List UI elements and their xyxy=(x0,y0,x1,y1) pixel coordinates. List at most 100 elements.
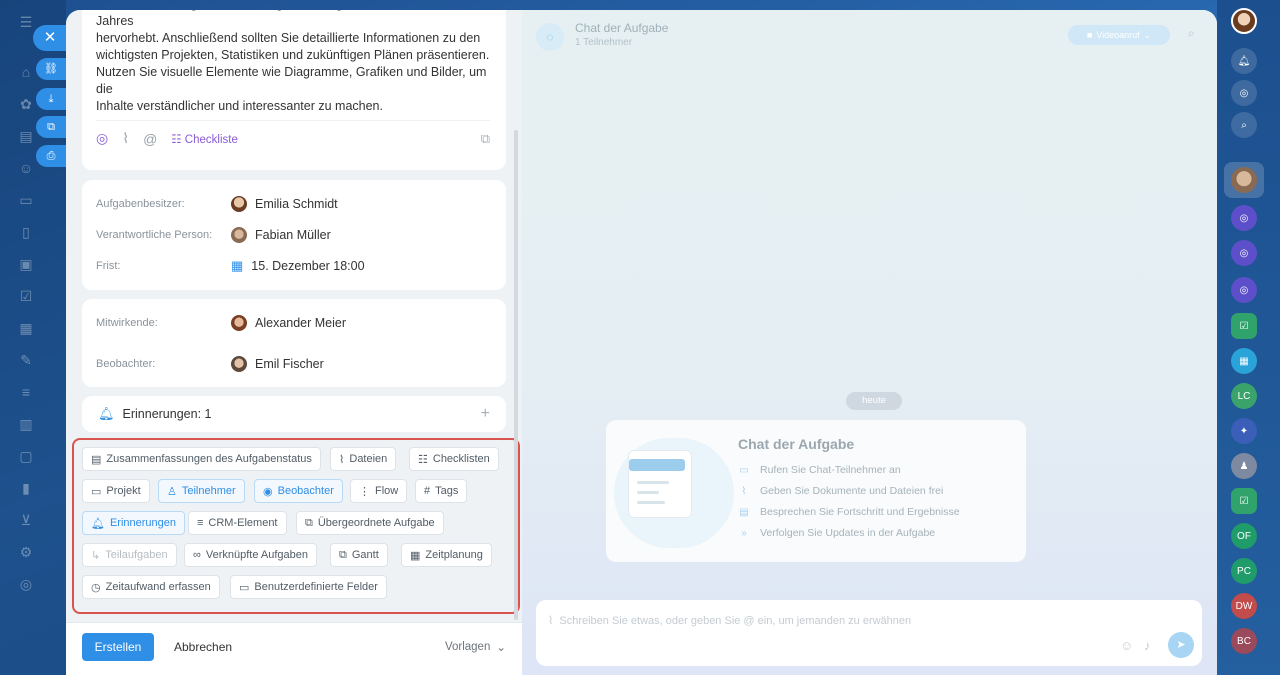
puzzle-icon[interactable]: ✿ xyxy=(16,94,36,114)
user-avatar[interactable] xyxy=(1231,8,1257,34)
cancel-button[interactable]: Abbrechen xyxy=(174,633,232,661)
video-call-button[interactable]: ■ Videoanruf ⌄ xyxy=(1068,25,1170,45)
chip-custom-fields[interactable]: ▭ Benutzerdefinierte Felder xyxy=(230,575,387,599)
group-avatar[interactable]: ♟ xyxy=(1231,453,1257,479)
owner-value[interactable]: Emilia Schmidt xyxy=(231,196,338,212)
expand-editor-icon[interactable]: ⧉ xyxy=(481,131,490,147)
tasks-icon[interactable]: ☑ xyxy=(16,286,36,306)
pen-icon[interactable]: ✎ xyxy=(16,350,36,370)
cart-icon[interactable]: ⊻ xyxy=(16,510,36,530)
message-input[interactable]: ⌇ Schreiben Sie etwas, oder geben Sie @ … xyxy=(548,614,912,628)
emoji-icon[interactable]: ☺ xyxy=(1120,638,1133,653)
settings-nav-icon[interactable]: ⚙ xyxy=(16,542,36,562)
chip-subtasks[interactable]: ↳ Teilaufgaben xyxy=(82,543,177,567)
avatar xyxy=(231,196,247,212)
chip-label: Zeitplanung xyxy=(425,549,483,561)
close-slider-button[interactable]: ✕ xyxy=(33,25,67,51)
search-icon[interactable]: ⌕ xyxy=(1188,26,1195,41)
calendar-nav-icon[interactable]: ▦ xyxy=(16,318,36,338)
create-button[interactable]: Erstellen xyxy=(82,633,154,661)
send-button[interactable]: ➤ xyxy=(1168,632,1194,658)
search-chats-icon[interactable]: ⌕ xyxy=(1231,112,1257,138)
add-reminder-icon[interactable]: + xyxy=(481,405,490,423)
group-chat-icon[interactable]: ▦ xyxy=(1231,348,1257,374)
copilot-icon[interactable]: ◎ xyxy=(96,130,108,147)
deadline-row: Frist: ▦ 15. Dezember 18:00 xyxy=(96,258,365,274)
chip-observers[interactable]: ◉ Beobachter xyxy=(254,479,343,503)
attach-icon[interactable]: ⌇ xyxy=(122,130,129,147)
task-chat-icon[interactable]: ☑ xyxy=(1231,313,1257,339)
chat-subtitle[interactable]: 1 Teilnehmer xyxy=(575,37,632,48)
chip-label: Teilnehmer xyxy=(181,485,236,497)
copilot-icon[interactable]: ◎ xyxy=(1231,80,1257,106)
participants-value[interactable]: Alexander Meier xyxy=(231,315,346,331)
analytics-icon[interactable]: ▮ xyxy=(16,478,36,498)
message-composer[interactable]: ⌇ Schreiben Sie etwas, oder geben Sie @ … xyxy=(536,600,1202,666)
avatar xyxy=(231,315,247,331)
home-icon[interactable]: ⌂ xyxy=(16,62,36,82)
task-chat-icon[interactable]: ☑ xyxy=(1231,488,1257,514)
chat-badge-dw[interactable]: DW xyxy=(1231,593,1257,619)
responsible-value[interactable]: Fabian Müller xyxy=(231,227,331,243)
file-icon[interactable]: ▯ xyxy=(16,222,36,242)
chip-label: Dateien xyxy=(349,453,388,465)
notifications-icon[interactable]: 🔔︎ xyxy=(1231,48,1257,74)
chip-tags[interactable]: # Tags xyxy=(415,479,468,503)
chip-label: Benutzerdefinierte Felder xyxy=(254,581,378,593)
filter-nav-icon[interactable]: ≡ xyxy=(16,382,36,402)
chip-project[interactable]: ▭ Projekt xyxy=(82,479,150,503)
chip-crm-element[interactable]: ≡ CRM-Element xyxy=(188,511,287,535)
chevron-down-icon: ⌄ xyxy=(496,642,506,654)
templates-dropdown[interactable]: Vorlagen ⌄ xyxy=(445,633,506,661)
chip-flow[interactable]: ⋮ Flow xyxy=(350,479,408,503)
chat-avatar[interactable] xyxy=(1231,167,1257,193)
chip-label: Beobachter xyxy=(277,485,334,497)
chat-nav-icon[interactable]: ▢ xyxy=(16,446,36,466)
chip-linked-tasks[interactable]: ∞ Verknüpfte Aufgaben xyxy=(184,543,317,567)
chat-badge-bc[interactable]: BC xyxy=(1231,628,1257,654)
chip-reminders[interactable]: 🔔︎ Erinnerungen xyxy=(82,511,186,535)
copilot-chat-icon[interactable]: ◎ xyxy=(1231,205,1257,231)
chat-badge-of[interactable]: OF xyxy=(1231,523,1257,549)
deadline-value[interactable]: ▦ 15. Dezember 18:00 xyxy=(231,258,365,274)
mention-icon[interactable]: @ xyxy=(143,131,157,147)
description-line: Nutzen Sie visuelle Elemente wie Diagram… xyxy=(96,65,487,96)
microphone-icon[interactable]: ♪ xyxy=(1144,638,1151,653)
menu-icon[interactable]: ☰ xyxy=(16,12,36,32)
chip-label: Checklisten xyxy=(432,453,490,465)
group-avatar[interactable]: ✦ xyxy=(1231,418,1257,444)
participants-card: Mitwirkende: Alexander Meier Beobachter:… xyxy=(82,299,506,387)
open-new-window-button[interactable]: ⧉ xyxy=(36,116,66,138)
chip-scheduling[interactable]: ▦ Zeitplanung xyxy=(401,543,492,567)
chat-badge-pc[interactable]: PC xyxy=(1231,558,1257,584)
chip-files[interactable]: ⌇ Dateien xyxy=(330,447,397,471)
contacts-icon[interactable]: ☺ xyxy=(16,158,36,178)
drive-icon[interactable]: ▭ xyxy=(16,190,36,210)
chat-badge-lc[interactable]: LC xyxy=(1231,383,1257,409)
copilot-chat-icon[interactable]: ◎ xyxy=(1231,240,1257,266)
chip-gantt[interactable]: ⧉ Gantt xyxy=(330,543,388,567)
observers-value[interactable]: Emil Fischer xyxy=(231,356,324,372)
chip-participants[interactable]: ♙ Teilnehmer xyxy=(158,479,245,503)
globe-icon[interactable]: ◎ xyxy=(16,574,36,594)
chip-time-tracking[interactable]: ◷ Zeitaufwand erfassen xyxy=(82,575,220,599)
description-line: kurzen Einführung, die die wichtigsten E… xyxy=(96,10,471,28)
checklist-button[interactable]: ☷ Checkliste xyxy=(171,132,238,146)
copy-link-button[interactable]: ⛓ xyxy=(36,58,66,80)
monitor-icon[interactable]: ▣ xyxy=(16,254,36,274)
gantt-icon: ⧉ xyxy=(339,548,347,561)
chip-parent-task[interactable]: ⧉ Übergeordnete Aufgabe xyxy=(296,511,444,535)
reminders-row[interactable]: 🔔︎ Erinnerungen: 1 + xyxy=(82,396,506,432)
form-scrollbar[interactable] xyxy=(514,130,518,620)
description-text[interactable]: kurzen Einführung, die die wichtigsten E… xyxy=(96,10,496,115)
bell-icon: 🔔︎ xyxy=(91,517,105,530)
building-icon[interactable]: ▥ xyxy=(16,414,36,434)
download-button[interactable]: ⤓ xyxy=(36,88,66,110)
copilot-chat-icon[interactable]: ◎ xyxy=(1231,277,1257,303)
chip-status-summaries[interactable]: ▤ Zusammenfassungen des Aufgabenstatus xyxy=(82,447,321,471)
chip-checklists[interactable]: ☷ Checklisten xyxy=(409,447,499,471)
print-button[interactable]: ⎙ xyxy=(36,145,66,167)
doc-icon[interactable]: ▤ xyxy=(16,126,36,146)
attach-icon[interactable]: ⌇ xyxy=(548,614,553,627)
message-placeholder: Schreiben Sie etwas, oder geben Sie @ ei… xyxy=(559,614,912,627)
